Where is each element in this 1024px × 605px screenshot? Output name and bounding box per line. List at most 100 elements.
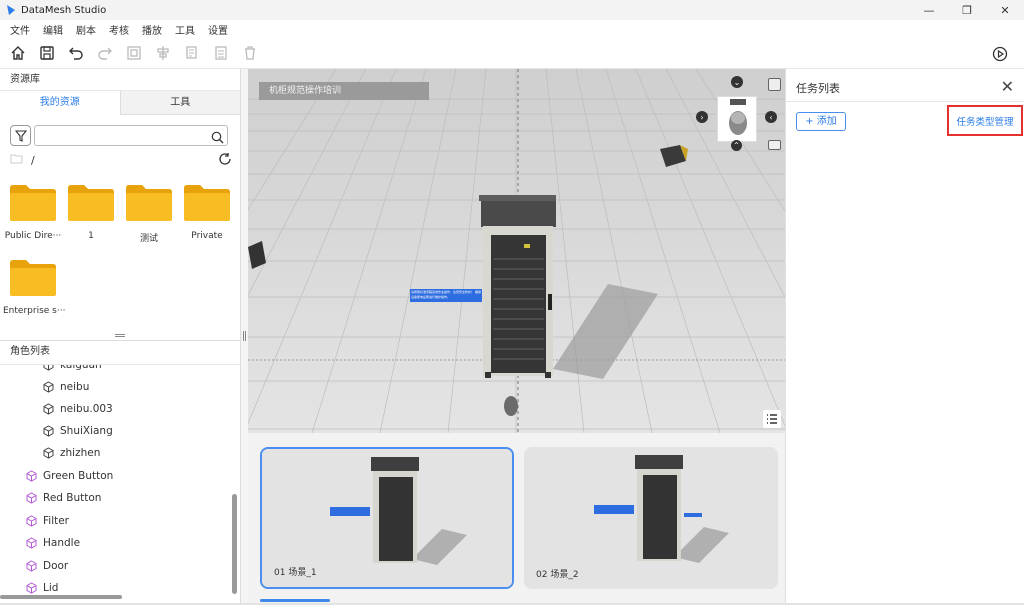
folder-icon	[126, 185, 172, 221]
search-box	[34, 125, 228, 148]
app-title: DataMesh Studio	[21, 4, 107, 16]
keyboard-icon[interactable]	[768, 140, 781, 150]
list-item[interactable]: Lid	[26, 582, 58, 594]
scene-thumbnail[interactable]: 02 场景_2	[524, 447, 778, 589]
list-item[interactable]: Red Button	[26, 492, 101, 504]
folder-item[interactable]: Private	[177, 185, 237, 241]
filter-icon[interactable]	[10, 125, 31, 146]
folder-icon	[68, 185, 114, 221]
folder-name: 1	[88, 231, 94, 241]
menu-edit[interactable]: 编辑	[43, 22, 63, 37]
menu-bar: 文件 编辑 剧本 考核 播放 工具 设置	[0, 20, 1024, 38]
folder-item[interactable]: Enterprise s···	[3, 260, 65, 316]
focus-icon[interactable]	[768, 78, 781, 91]
delete-icon[interactable]	[235, 39, 264, 68]
cube-icon	[43, 447, 54, 459]
menu-file[interactable]: 文件	[10, 22, 30, 37]
list-item[interactable]: neibu.003	[43, 403, 113, 415]
view-cube[interactable]	[717, 96, 757, 142]
role-list-title: 角色列表	[0, 341, 241, 365]
task-panel: 任务列表 ✕ + 添加 任务类型管理	[785, 69, 1024, 605]
toolbar	[0, 38, 1024, 69]
role-name: Green Button	[43, 470, 114, 482]
scene-floor	[248, 69, 785, 433]
resource-panel: 资源库 我的资源 工具 / Public Dire··· 1 测试 Privat…	[0, 69, 241, 605]
menu-script[interactable]: 剧本	[76, 22, 96, 37]
folder-item[interactable]: Public Dire···	[3, 185, 63, 241]
left-splitter[interactable]	[241, 69, 248, 605]
cube-icon	[26, 560, 37, 572]
menu-tools[interactable]: 工具	[175, 22, 195, 37]
paste-icon[interactable]	[206, 39, 235, 68]
chevron-down-icon[interactable]: ⌄	[731, 76, 743, 88]
list-item[interactable]: Handle	[26, 537, 80, 549]
list-item[interactable]: Green Button	[26, 470, 113, 482]
search-row	[10, 125, 228, 148]
undo-icon[interactable]	[61, 39, 90, 68]
cube-icon	[26, 470, 37, 482]
app-logo-icon	[4, 3, 18, 17]
task-panel-title: 任务列表	[796, 82, 840, 95]
redo-icon[interactable]	[90, 39, 119, 68]
role-list-scrollbar[interactable]	[232, 494, 237, 594]
scene-viewport[interactable]: 机柜规范操作培训 请按照标准流程完成作业操作，注意安全防护！ 确保设备断电后再进…	[248, 69, 785, 433]
chevron-left-icon[interactable]: ‹	[765, 111, 777, 123]
role-name: kaiguan	[60, 365, 102, 371]
list-icon[interactable]	[763, 410, 781, 428]
scene-label: 01 场景_1	[274, 568, 317, 578]
group-icon[interactable]	[119, 39, 148, 68]
folder-item[interactable]: 测试	[119, 185, 179, 244]
scene-label: 02 场景_2	[536, 570, 579, 580]
tab-tools[interactable]: 工具	[119, 91, 240, 115]
menu-exam[interactable]: 考核	[109, 22, 129, 37]
refresh-icon[interactable]	[218, 152, 232, 169]
list-item[interactable]: kaiguan	[43, 365, 102, 371]
app-window: DataMesh Studio — ❐ ✕ 文件 编辑 剧本 考核 播放 工具 …	[0, 0, 1024, 605]
cube-icon	[26, 515, 37, 527]
role-list-hscrollbar[interactable]	[0, 595, 122, 599]
menu-settings[interactable]: 设置	[208, 22, 228, 37]
search-icon[interactable]	[211, 129, 224, 148]
folder-name: Public Dire···	[4, 231, 62, 241]
chevron-right-icon[interactable]: ›	[696, 111, 708, 123]
task-type-manage-button[interactable]: 任务类型管理	[947, 105, 1023, 136]
tab-my-resources[interactable]: 我的资源	[0, 91, 120, 115]
home-icon[interactable]	[3, 39, 32, 68]
minimize-button[interactable]: —	[910, 0, 948, 20]
chevron-up-icon[interactable]: ⌃	[731, 140, 742, 151]
resource-panel-title: 资源库	[0, 69, 240, 91]
maximize-button[interactable]: ❐	[948, 0, 986, 20]
close-window-button[interactable]: ✕	[986, 0, 1024, 20]
save-icon[interactable]	[32, 39, 61, 68]
panel-splitter[interactable]	[0, 331, 241, 341]
menu-play[interactable]: 播放	[142, 22, 162, 37]
role-name: Lid	[43, 582, 59, 594]
list-item[interactable]: Filter	[26, 515, 69, 527]
list-item[interactable]: ShuiXiang	[43, 425, 113, 437]
align-icon[interactable]	[148, 39, 177, 68]
add-task-button[interactable]: + 添加	[796, 112, 846, 131]
play-circle-icon[interactable]	[992, 46, 1008, 62]
role-name: neibu.003	[60, 403, 113, 415]
folder-icon	[184, 185, 230, 221]
copy-icon[interactable]	[177, 39, 206, 68]
role-list: kaiguan neibu neibu.003 ShuiXiang zhizhe…	[0, 365, 241, 601]
scene-name-label: 机柜规范操作培训	[259, 82, 429, 100]
task-panel-header: 任务列表 ✕	[786, 69, 1024, 102]
search-input[interactable]	[35, 129, 205, 148]
scene-strip-scrollbar[interactable]	[260, 599, 330, 602]
folder-item[interactable]: 1	[61, 185, 121, 241]
close-icon[interactable]: ✕	[1001, 77, 1014, 96]
role-name: Door	[43, 560, 69, 572]
role-name: zhizhen	[60, 447, 101, 459]
info-sign[interactable]: 请按照标准流程完成作业操作，注意安全防护！ 确保设备断电后再进行维护操作。	[410, 289, 482, 302]
scene-thumbnail[interactable]: 01 场景_1	[260, 447, 514, 589]
list-item[interactable]: zhizhen	[43, 447, 100, 459]
list-item[interactable]: Door	[26, 560, 68, 572]
role-name: Filter	[43, 515, 70, 527]
resource-tabs: 我的资源 工具	[0, 91, 240, 115]
list-item[interactable]: neibu	[43, 381, 89, 393]
cube-icon	[43, 381, 54, 393]
folder-outline-icon[interactable]	[10, 153, 23, 167]
cube-icon	[43, 425, 54, 437]
